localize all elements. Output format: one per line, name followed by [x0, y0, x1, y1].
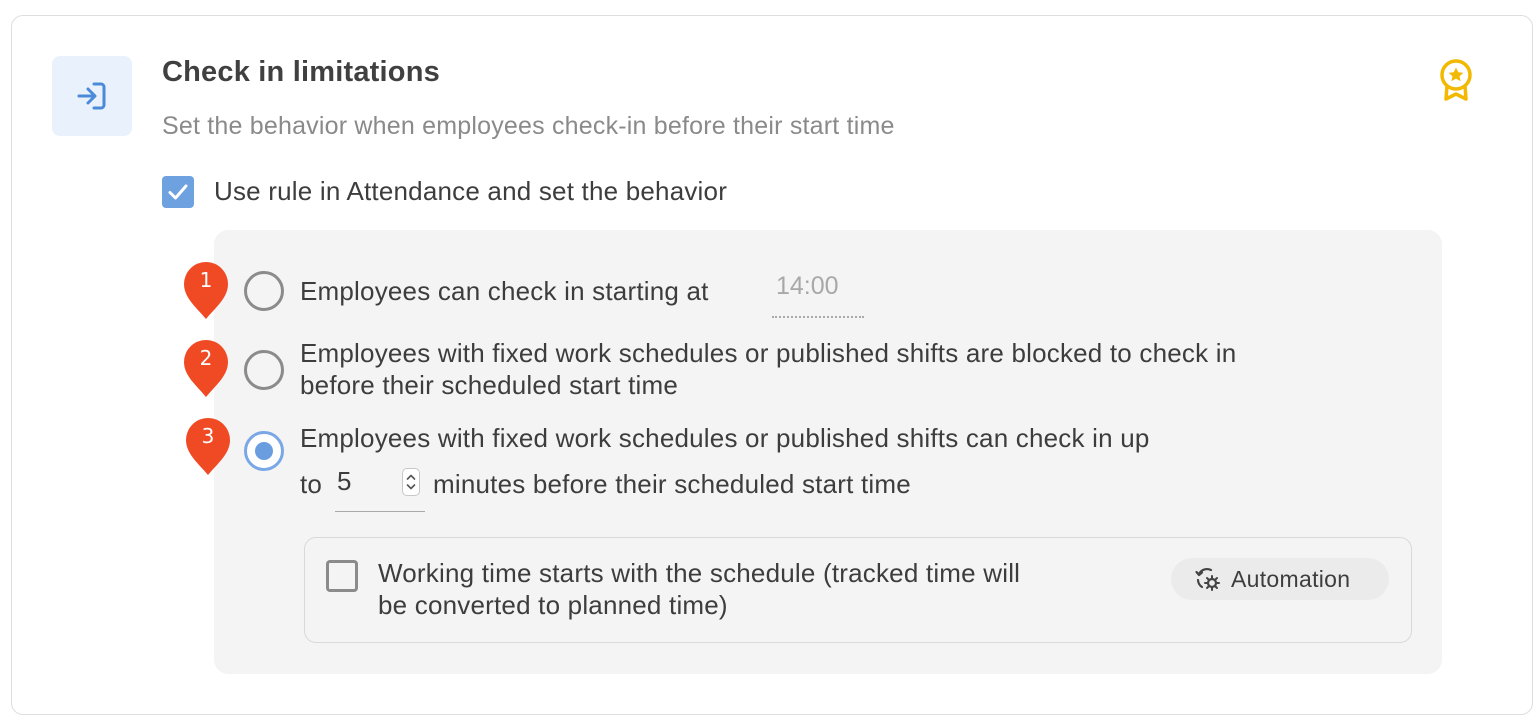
chevron-up-down-icon	[406, 474, 416, 490]
award-ribbon-icon	[1440, 59, 1472, 101]
step-marker-number: 3	[201, 424, 215, 448]
option-fixed-time-radio[interactable]	[244, 271, 284, 311]
working-time-label: Working time starts with the schedule (t…	[378, 557, 1158, 621]
option-minutes-suffix: minutes before their scheduled start tim…	[433, 469, 911, 499]
step-marker-1: 1	[183, 262, 229, 320]
step-marker-number: 2	[199, 346, 213, 370]
section-title: Check in limitations	[162, 56, 440, 88]
automation-sync-gear-icon	[1195, 567, 1220, 591]
check-in-time-input[interactable]: 14:00	[772, 272, 864, 318]
option-minutes-label-line1: Employees with fixed work schedules or p…	[300, 423, 1150, 453]
minutes-stepper[interactable]	[402, 468, 420, 496]
option-fixed-time-label: Employees can check in starting at	[300, 276, 709, 306]
step-marker-3: 3	[185, 418, 231, 476]
working-time-label-line2: be converted to planned time)	[378, 590, 728, 620]
minutes-value: 5	[337, 466, 352, 496]
option-blocked-label-line2: before their scheduled start time	[300, 370, 679, 400]
option-blocked-label-line1: Employees with fixed work schedules or p…	[300, 338, 1237, 368]
check-in-arrow-icon	[77, 82, 106, 110]
step-marker-number: 1	[199, 268, 213, 292]
use-rule-checkbox[interactable]	[162, 176, 194, 208]
check-in-icon-tile	[52, 56, 132, 136]
use-rule-label: Use rule in Attendance and set the behav…	[214, 176, 728, 206]
automation-tag-label: Automation	[1231, 565, 1351, 592]
step-marker-2: 2	[183, 340, 229, 398]
automation-tag: Automation	[1171, 558, 1389, 600]
option-minutes-prefix: to	[300, 469, 323, 499]
working-time-label-line1: Working time starts with the schedule (t…	[378, 558, 1021, 588]
checkmark-icon	[168, 184, 188, 200]
working-time-checkbox[interactable]	[326, 560, 358, 592]
minutes-number-input[interactable]: 5	[335, 466, 425, 512]
section-subtitle: Set the behavior when employees check-in…	[162, 112, 895, 140]
option-blocked-radio[interactable]	[244, 350, 284, 390]
option-minutes-before-radio[interactable]	[244, 431, 284, 471]
